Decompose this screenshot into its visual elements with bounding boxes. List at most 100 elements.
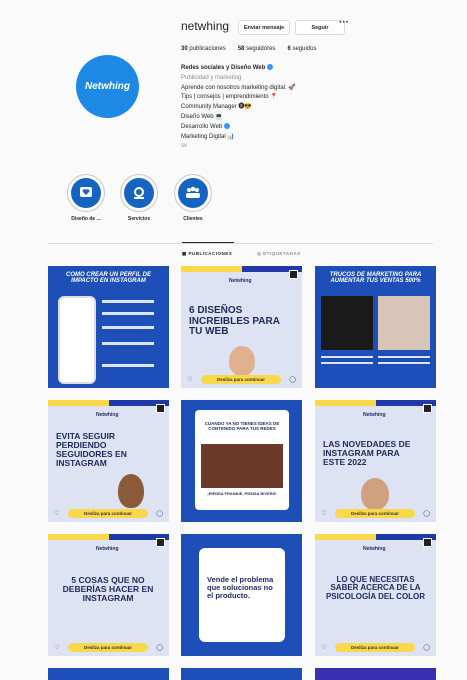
post-tile[interactable]: Netwhing LO QUE NECESITAS SABER ACERCA D…	[315, 534, 436, 656]
post-title: 6 DISEÑOS INCREIBLES PARA TU WEB	[189, 305, 280, 337]
post-tile[interactable]: CUANDO YA NO TIENES IDEAS DE CONTENIDO P…	[181, 400, 302, 522]
highlight-label: Diseño de ...	[71, 216, 101, 222]
bio-line-2: Tips | consejos | emprendimiento 📍	[181, 94, 278, 101]
heart-icon: ♡	[54, 645, 60, 651]
text-line	[102, 364, 154, 367]
heart-icon: ♡	[321, 645, 327, 651]
person-image	[118, 474, 144, 508]
heart-icon: ♡	[187, 377, 193, 383]
following-label: seguidos	[292, 46, 317, 52]
swipe-hint: Deslíza para continuar	[335, 643, 415, 652]
profile-stats: 30 publicaciones 58 seguidores 6 seguido…	[181, 46, 316, 52]
person-image	[229, 346, 255, 376]
comment-icon: ◯	[156, 511, 163, 517]
brand-label: Netwhing	[96, 412, 119, 418]
post-tile[interactable]: Vende el problema que solucionas no el p…	[181, 534, 302, 656]
post-title: COMO CREAR UN PERFIL DE IMPACTO EN INSTA…	[66, 272, 151, 285]
bio-line-5-row: Desarrollo Web	[181, 123, 381, 133]
carousel-icon	[423, 404, 432, 413]
post-tile-partial[interactable]	[315, 668, 436, 680]
swipe-hint: Deslíza para continuar	[201, 375, 281, 384]
group-icon	[178, 178, 208, 208]
swipe-hint: Deslíza para continuar	[335, 509, 415, 518]
text-line	[378, 362, 430, 364]
following-count: 6	[287, 46, 291, 52]
text-line	[102, 342, 154, 345]
profile-bio: Redes sociales y Diseño Web Publicidad y…	[181, 64, 381, 152]
post-caption: ¡PIENSA FRANKIE, PIENSA RIVERS!	[207, 491, 277, 496]
more-options-icon[interactable]: ···	[339, 17, 349, 28]
highlight-clients[interactable]: Clientes	[171, 174, 215, 222]
carousel-icon	[156, 404, 165, 413]
bio-name-row: Redes sociales y Diseño Web	[181, 64, 381, 74]
swipe-hint: Deslíza para continuar	[68, 509, 148, 518]
post-tile-partial[interactable]	[48, 668, 169, 680]
post-tile[interactable]: Netwhing 6 DISEÑOS INCREIBLES PARA TU WE…	[181, 266, 302, 388]
followers-label: seguidores	[246, 46, 276, 52]
text-line	[102, 326, 154, 329]
comment-icon: ◯	[289, 377, 296, 383]
post-tile[interactable]: TRUCOS DE MARKETING PARA AUMENTAR TUS VE…	[315, 266, 436, 388]
post-title: LO QUE NECESITAS SABER ACERCA DE LA PSIC…	[325, 575, 426, 601]
carousel-icon	[423, 538, 432, 547]
username: netwhing	[181, 19, 230, 33]
followers-stat[interactable]: 58 seguidores	[238, 46, 276, 52]
highlight-ring	[174, 174, 212, 212]
post-tile[interactable]: Netwhing LAS NOVEDADES DE INSTAGRAM PARA…	[315, 400, 436, 522]
highlight-ring	[67, 174, 105, 212]
bio-line-1: Aprende con nosotros marketing digital. …	[181, 84, 296, 91]
active-tab-indicator	[182, 242, 234, 243]
bio-line-5: Desarrollo Web	[181, 123, 223, 130]
decor-strip	[181, 266, 251, 272]
post-title: LAS NOVEDADES DE INSTAGRAM PARA ESTE 202…	[323, 439, 411, 467]
send-message-button[interactable]: Enviar mensaje	[238, 20, 290, 35]
brand-label: Netwhing	[363, 546, 386, 552]
bio-line-4: Diseño Web 💻	[181, 113, 223, 120]
tabs-divider	[48, 243, 433, 244]
following-stat[interactable]: 6 seguidos	[287, 46, 316, 52]
comment-icon: ◯	[156, 645, 163, 651]
post-tile[interactable]: COMO CREAR UN PERFIL DE IMPACTO EN INSTA…	[48, 266, 169, 388]
profile-avatar[interactable]: Netwhing	[76, 55, 139, 118]
highlight-design[interactable]: Diseño de ...	[64, 174, 108, 222]
decor-strip	[48, 400, 118, 406]
phone-mockup-image	[58, 296, 96, 384]
bio-name: Redes sociales y Diseño Web	[181, 65, 266, 71]
post-tile-partial[interactable]	[181, 668, 302, 680]
post-title: 5 COSAS QUE NO DEBERÍAS HACER EN INSTAGR…	[62, 575, 154, 603]
bio-line-6: Marketing Digital 📊	[181, 133, 235, 140]
post-tile[interactable]: Netwhing EVITA SEGUIR PERDIENDO SEGUIDOR…	[48, 400, 169, 522]
posts-label: publicaciones	[189, 46, 226, 52]
person-image	[361, 478, 389, 510]
globe-icon	[223, 123, 230, 130]
text-line	[378, 356, 430, 358]
bio-more[interactable]: sv	[181, 142, 381, 152]
followers-count: 58	[237, 46, 245, 52]
post-tile[interactable]: Netwhing 5 COSAS QUE NO DEBERÍAS HACER E…	[48, 534, 169, 656]
cola-photo-image	[321, 296, 373, 350]
posts-count: 30	[181, 46, 188, 52]
text-line	[102, 312, 154, 315]
verified-badge-icon	[266, 64, 273, 71]
highlight-label: Servicios	[127, 216, 151, 222]
comment-icon: ◯	[423, 511, 430, 517]
heart-chat-icon	[71, 178, 101, 208]
tab-tagged[interactable]: ◎ ETIQUETADAS	[257, 251, 301, 257]
highlight-ring	[120, 174, 158, 212]
decor-strip	[315, 534, 385, 540]
brand-label: Netwhing	[363, 412, 386, 418]
post-title: TRUCOS DE MARKETING PARA AUMENTAR TUS VE…	[329, 272, 422, 285]
highlight-services[interactable]: Servicios	[117, 174, 161, 222]
text-line	[321, 362, 373, 364]
posts-stat[interactable]: 30 publicaciones	[181, 46, 226, 52]
gear-hand-icon	[124, 178, 154, 208]
carousel-icon	[156, 538, 165, 547]
brand-label: Netwhing	[96, 546, 119, 552]
avatar-logo-text: Netwhing	[85, 81, 130, 92]
text-line	[321, 356, 373, 358]
follow-button[interactable]: Seguir	[295, 20, 345, 35]
tab-posts[interactable]: ▦ PUBLICACIONES	[182, 251, 232, 257]
profile-page: Netwhing netwhing Enviar mensaje Seguir …	[14, 0, 453, 680]
brand-label: Netwhing	[229, 278, 252, 284]
bio-category: Publicidad y marketing	[181, 74, 242, 81]
